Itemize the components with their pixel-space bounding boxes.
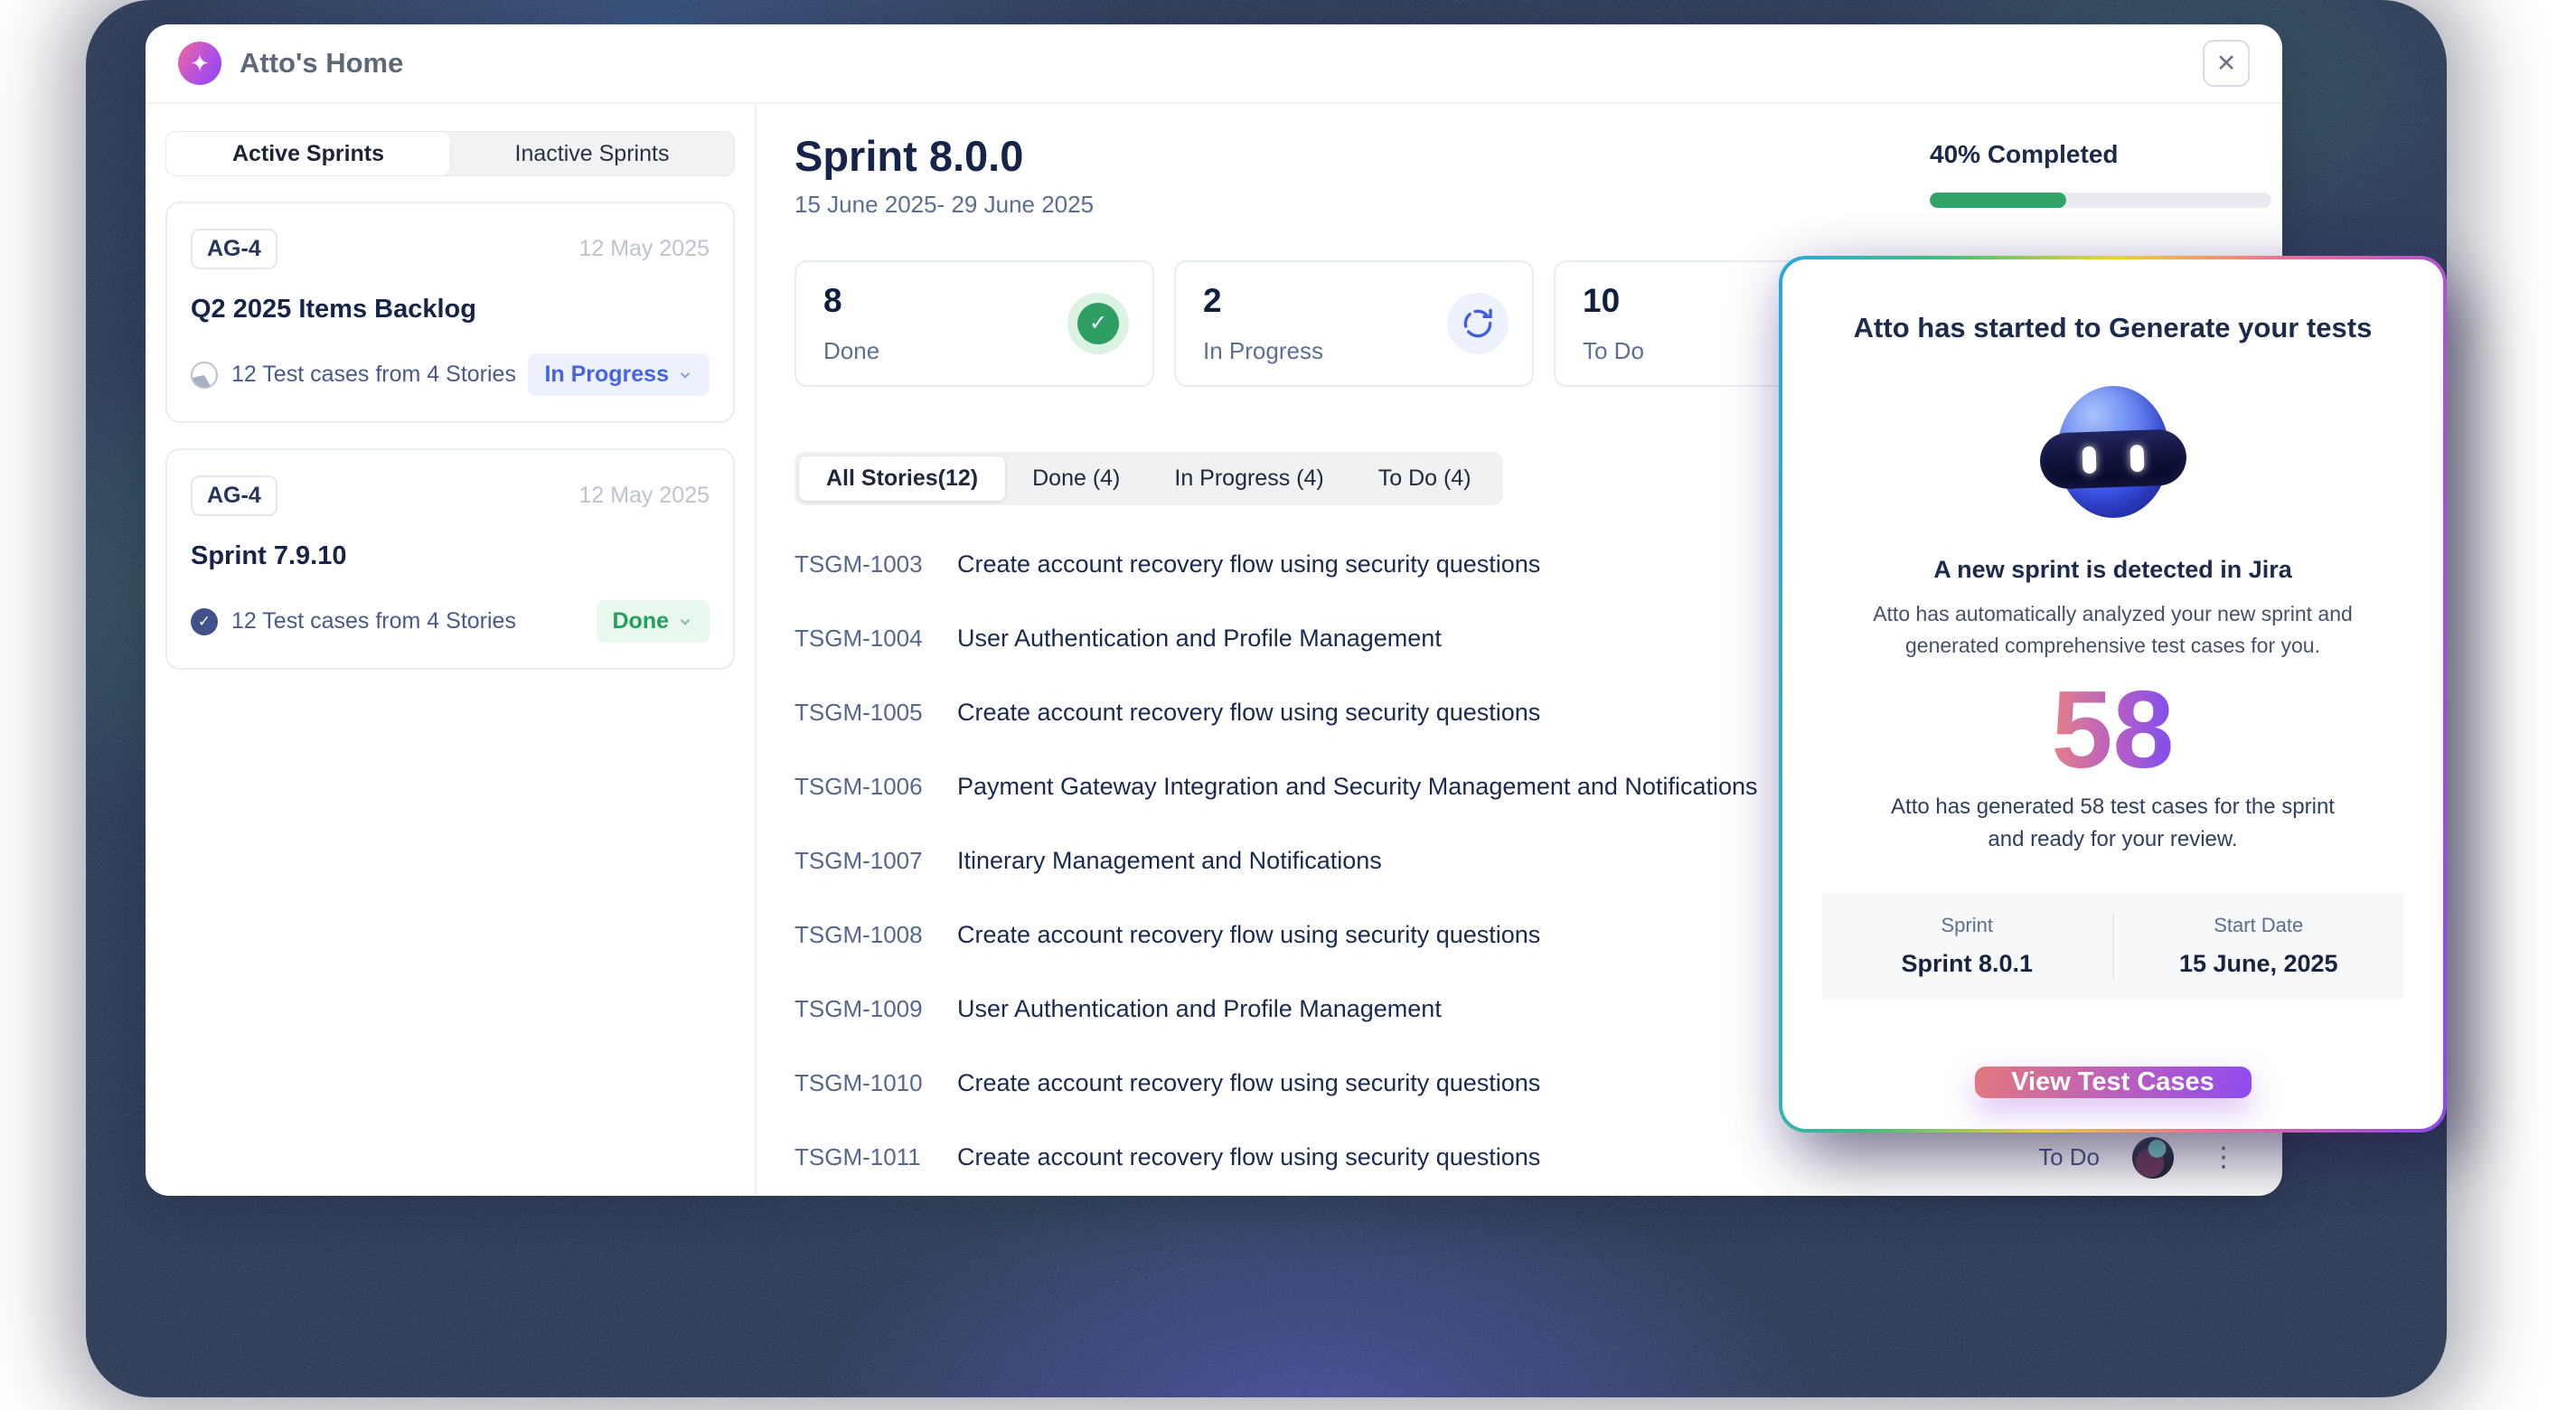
sprint-filter-tab[interactable]: Active Sprints: [166, 132, 450, 175]
story-row-controls: To Do ⋮: [2038, 1137, 2241, 1179]
info-label: Sprint: [1941, 914, 1993, 937]
story-title: User Authentication and Profile Manageme…: [957, 625, 1442, 653]
story-title: Itinerary Management and Notifications: [957, 847, 1382, 875]
sprint-card-title: Q2 2025 Items Backlog: [191, 295, 710, 324]
close-icon: ✕: [2216, 50, 2237, 78]
story-title: Create account recovery flow using secur…: [957, 1143, 1540, 1171]
close-button[interactable]: ✕: [2203, 40, 2250, 87]
sidebar: Active Sprints Inactive Sprints AG-4 12 …: [146, 104, 757, 1196]
sprint-date: 12 May 2025: [578, 236, 710, 262]
stat-card: 8 Done ✓: [794, 260, 1154, 387]
sprint-status-dropdown[interactable]: Done: [597, 600, 710, 643]
sprint-card-list: AG-4 12 May 2025 Q2 2025 Items Backlog 1…: [165, 202, 735, 670]
story-id: TSGM-1007: [794, 847, 939, 875]
sprint-card[interactable]: AG-4 12 May 2025 Q2 2025 Items Backlog 1…: [165, 202, 735, 423]
story-filter-tab[interactable]: To Do (4): [1351, 456, 1499, 501]
sprint-status-label: Done: [613, 608, 670, 634]
stat-card: 2 In Progress: [1174, 260, 1534, 387]
sprint-status-label: In Progress: [544, 362, 669, 388]
story-title: Create account recovery flow using secur…: [957, 550, 1540, 578]
story-title: Create account recovery flow using secur…: [957, 1069, 1540, 1097]
sprint-card-meta-row: 12 Test cases from 4 Stories In Progress: [191, 353, 710, 396]
sprint-header: Sprint 8.0.0 15 June 2025- 29 June 2025 …: [794, 133, 2271, 219]
story-title: Create account recovery flow using secur…: [957, 921, 1540, 949]
sprint-card-meta-row: ✓ 12 Test cases from 4 Stories Done: [191, 600, 710, 643]
story-id: TSGM-1011: [794, 1143, 939, 1171]
story-id: TSGM-1010: [794, 1069, 939, 1097]
sprint-card[interactable]: AG-4 12 May 2025 Sprint 7.9.10 ✓ 12 Test…: [165, 448, 735, 670]
story-filter-tab[interactable]: Done (4): [1005, 456, 1147, 501]
completion-label: 40% Completed: [1930, 140, 2271, 169]
sprint-key-badge: AG-4: [191, 475, 277, 516]
info-value: 15 June, 2025: [2179, 950, 2338, 978]
test-case-count: 58: [2052, 672, 2175, 787]
atto-modal-gradient-frame: Atto has started to Generate your tests …: [1779, 256, 2447, 1133]
done-check-icon: ✓: [1067, 293, 1129, 354]
story-id: TSGM-1003: [794, 550, 939, 578]
chevron-down-icon: [677, 614, 693, 630]
story-id: TSGM-1008: [794, 921, 939, 949]
atto-modal: Atto has started to Generate your tests …: [1782, 259, 2443, 1129]
assignee-avatar[interactable]: [2132, 1137, 2174, 1179]
info-column: Sprint Sprint 8.0.1: [1822, 914, 2112, 978]
view-test-cases-button[interactable]: View Test Cases: [1975, 1067, 2252, 1098]
robot-eye-right: [2129, 445, 2144, 473]
story-title: User Authentication and Profile Manageme…: [957, 995, 1442, 1023]
sprint-header-left: Sprint 8.0.0 15 June 2025- 29 June 2025: [794, 133, 1094, 219]
kebab-menu-icon[interactable]: ⋮: [2206, 1141, 2241, 1175]
story-filter-tab[interactable]: In Progress (4): [1147, 456, 1350, 501]
info-value: Sprint 8.0.1: [1901, 950, 2033, 978]
count-caption: Atto has generated 58 test cases for the…: [1887, 791, 2339, 856]
sprint-key-badge: AG-4: [191, 229, 277, 269]
in-progress-refresh-icon: [1447, 293, 1509, 354]
sprint-filter-tabs: Active Sprints Inactive Sprints: [165, 131, 735, 176]
page-title: Sprint 8.0.0: [794, 133, 1094, 180]
pie-chart-icon: [191, 362, 218, 389]
story-id: TSGM-1009: [794, 995, 939, 1023]
sprint-card-title: Sprint 7.9.10: [191, 541, 710, 571]
sprint-date-range: 15 June 2025- 29 June 2025: [794, 191, 1094, 219]
sprint-card-top: AG-4 12 May 2025: [191, 229, 710, 269]
modal-title: Atto has started to Generate your tests: [1854, 312, 2373, 344]
progress-bar-fill: [1930, 193, 2066, 208]
atto-robot-icon: [2045, 384, 2181, 520]
chevron-down-icon: [677, 367, 693, 383]
check-circle-icon: ✓: [191, 608, 218, 635]
sprint-status-dropdown[interactable]: In Progress: [528, 353, 710, 396]
story-title: Create account recovery flow using secur…: [957, 699, 1540, 727]
robot-eye-left: [2082, 446, 2096, 475]
modal-subtitle: A new sprint is detected in Jira: [1933, 556, 2292, 584]
sprint-filter-tab[interactable]: Inactive Sprints: [450, 132, 734, 175]
window-title: Atto's Home: [240, 47, 403, 80]
story-status: To Do: [2038, 1143, 2100, 1171]
atto-logo-icon: ✦: [178, 42, 221, 85]
story-filter-tabs: All Stories(12) Done (4) In Progress (4)…: [794, 452, 1503, 505]
story-filter-tab[interactable]: All Stories(12): [799, 456, 1005, 501]
story-id: TSGM-1006: [794, 773, 939, 801]
info-column: Start Date 15 June, 2025: [2112, 914, 2404, 978]
info-label: Start Date: [2214, 914, 2303, 937]
story-id: TSGM-1005: [794, 699, 939, 727]
sprint-card-top: AG-4 12 May 2025: [191, 475, 710, 516]
story-title: Payment Gateway Integration and Security…: [957, 773, 1758, 801]
sprint-info-panel: Sprint Sprint 8.0.1 Start Date 15 June, …: [1822, 892, 2403, 1000]
sprint-meta-text: 12 Test cases from 4 Stories: [231, 608, 516, 634]
sprint-meta-text: 12 Test cases from 4 Stories: [231, 362, 516, 388]
window-header: ✦ Atto's Home ✕: [146, 24, 2282, 104]
robot-visor: [2038, 428, 2186, 490]
progress-bar-track: [1930, 193, 2271, 208]
story-id: TSGM-1004: [794, 625, 939, 653]
sprint-date: 12 May 2025: [578, 483, 710, 509]
completion-block: 40% Completed: [1930, 133, 2271, 208]
modal-description: Atto has automatically analyzed your new…: [1847, 598, 2380, 661]
